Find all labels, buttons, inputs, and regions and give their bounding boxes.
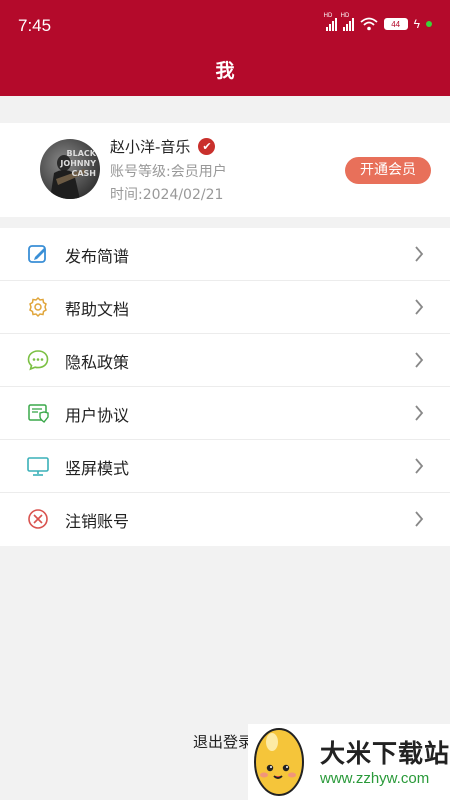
monitor-icon	[27, 457, 49, 476]
member-date: 时间:2024/02/21	[110, 187, 224, 203]
menu-item-delete-account[interactable]: 注销账号	[0, 493, 450, 546]
signal-icon: HD	[324, 13, 337, 31]
user-name: 赵小洋-音乐	[110, 138, 191, 156]
watermark-url: www.zzhyw.com	[320, 770, 430, 787]
menu-item-help-docs[interactable]: 帮助文档	[0, 281, 450, 334]
menu-item-portrait-mode[interactable]: 竖屏模式	[0, 440, 450, 493]
cancel-circle-icon	[28, 509, 48, 529]
agreement-shield-icon	[28, 404, 49, 423]
wifi-icon	[360, 17, 378, 31]
chevron-right-icon	[415, 246, 424, 262]
menu-item-label: 注销账号	[65, 512, 130, 531]
menu-item-label: 帮助文档	[65, 300, 130, 319]
chevron-right-icon	[415, 511, 424, 527]
chat-bubble-icon	[27, 350, 49, 371]
avatar-text: BLACK JOHNNY CASH	[60, 149, 96, 178]
menu-item-label: 竖屏模式	[65, 459, 130, 478]
menu-item-label: 用户协议	[65, 406, 130, 425]
status-icons: HD HD 44 ϟ	[324, 13, 432, 31]
menu-item-label: 发布简谱	[65, 247, 130, 266]
avatar[interactable]: BLACK JOHNNY CASH	[40, 139, 100, 199]
chevron-right-icon	[415, 352, 424, 368]
logout-button[interactable]: 退出登录	[193, 731, 253, 752]
watermark-title: 大米下载站	[320, 739, 450, 768]
menu-item-user-agreement[interactable]: 用户协议	[0, 387, 450, 440]
menu-item-label: 隐私政策	[65, 353, 130, 372]
watermark: 大米下载站 www.zzhyw.com	[248, 724, 450, 800]
status-time: 7:45	[18, 16, 52, 35]
chevron-right-icon	[415, 458, 424, 474]
menu-item-publish-score[interactable]: 发布简谱	[0, 228, 450, 281]
menu-item-privacy-policy[interactable]: 隐私政策	[0, 334, 450, 387]
account-level: 账号等级:会员用户	[110, 164, 227, 180]
app-header: 7:45 HD HD 44 ϟ 我	[0, 0, 450, 96]
settings-menu: 发布简谱 帮助文档 隐私政策 用户协议 竖屏模式 注销账号	[0, 228, 450, 546]
battery-icon: 44	[383, 18, 408, 30]
page-title: 我	[215, 60, 235, 82]
profile-card[interactable]: BLACK JOHNNY CASH 赵小洋-音乐 ✔ 账号等级:会员用户 时间:…	[0, 123, 450, 217]
gear-icon	[29, 296, 47, 318]
charging-icon: ϟ	[413, 17, 420, 31]
edit-icon	[28, 245, 46, 263]
privacy-dot-icon	[426, 21, 432, 27]
open-vip-button[interactable]: 开通会员	[345, 157, 431, 184]
chevron-right-icon	[415, 299, 424, 315]
verified-badge-icon: ✔	[198, 138, 216, 155]
egg-mascot-icon	[254, 728, 304, 796]
signal-icon: HD	[341, 13, 354, 31]
chevron-right-icon	[415, 405, 424, 421]
